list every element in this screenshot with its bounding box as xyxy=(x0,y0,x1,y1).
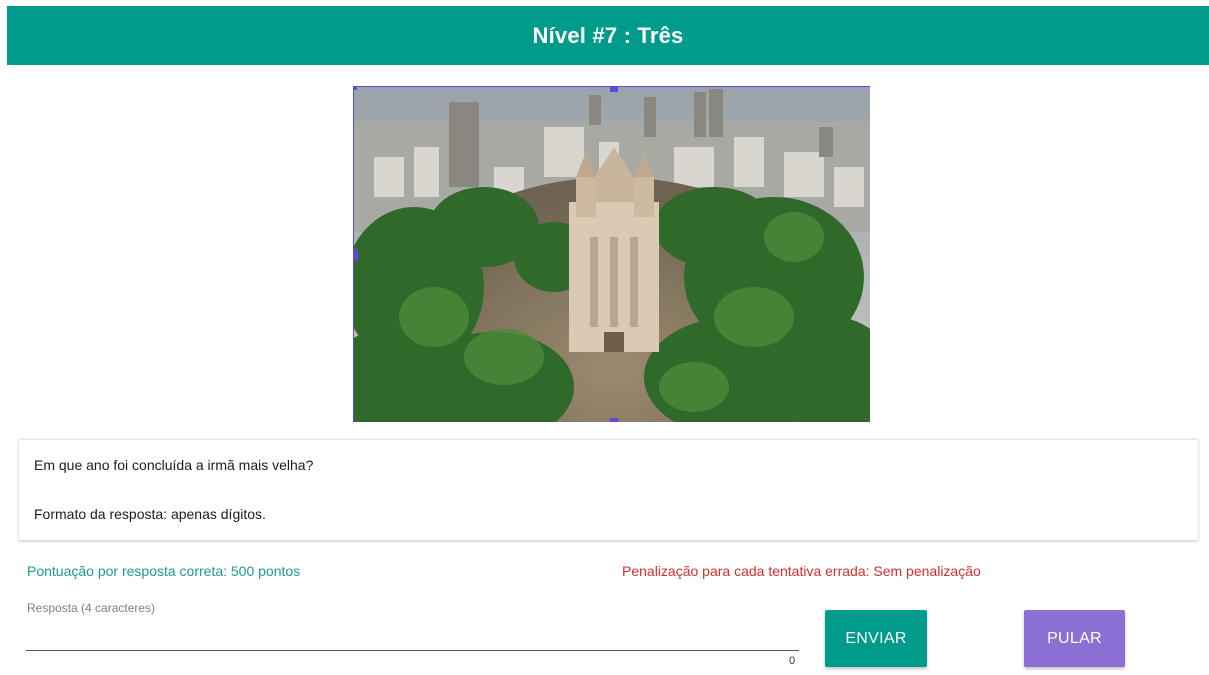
score-per-answer: Pontuação por resposta correta: 500 pont… xyxy=(27,563,301,579)
penalty-info: Penalização para cada tentativa errada: … xyxy=(622,563,981,579)
question-card: Em que ano foi concluída a irmã mais vel… xyxy=(19,439,1198,540)
answer-input[interactable] xyxy=(26,628,799,651)
question-text: Em que ano foi concluída a irmã mais vel… xyxy=(34,457,314,473)
answer-label: Resposta (4 caracteres) xyxy=(27,601,156,615)
skip-button[interactable]: PULAR xyxy=(1024,610,1125,667)
resize-handle-topleft[interactable] xyxy=(354,87,357,90)
resize-handle-top[interactable] xyxy=(610,87,618,92)
page: Nível #7 : Três Em que ano foi concluída… xyxy=(0,0,1209,675)
puzzle-image xyxy=(353,86,870,422)
send-button[interactable]: ENVIAR xyxy=(825,610,927,667)
char-counter: 0 xyxy=(789,655,796,667)
cathedral-aerial-photo xyxy=(354,87,870,422)
answer-format-text: Formato da resposta: apenas dígitos. xyxy=(34,506,266,522)
level-title: Nível #7 : Três xyxy=(532,22,684,48)
resize-handle-bottom[interactable] xyxy=(610,418,618,422)
resize-handle-left[interactable] xyxy=(354,249,358,261)
level-header: Nível #7 : Três xyxy=(7,6,1209,65)
